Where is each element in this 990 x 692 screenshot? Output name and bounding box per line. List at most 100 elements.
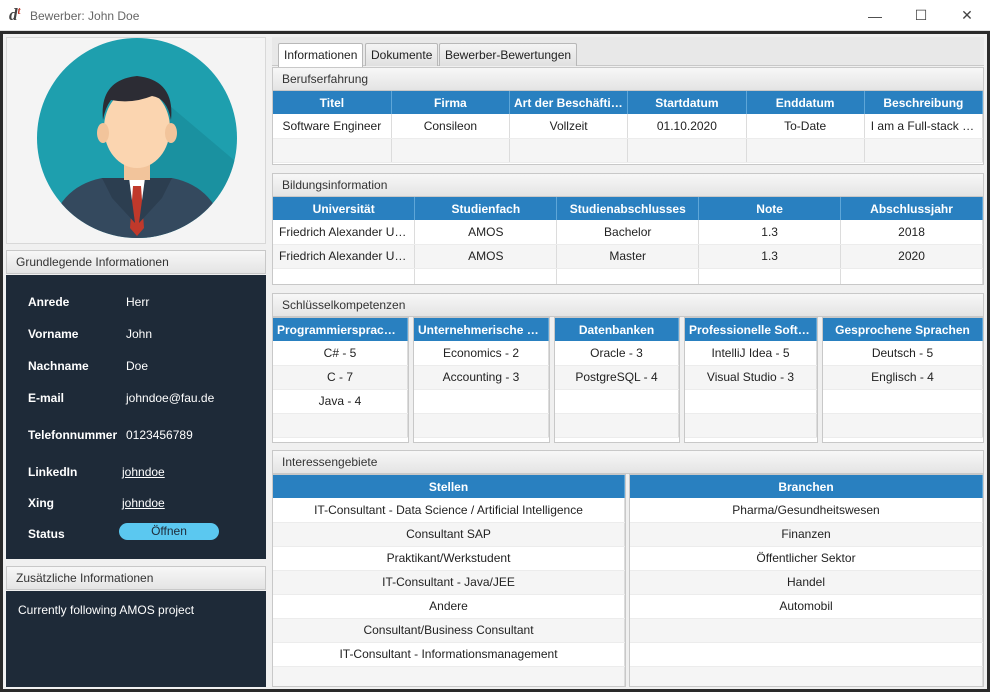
cell: AMOS bbox=[414, 220, 558, 245]
cell: Consileon bbox=[391, 114, 511, 139]
table-row[interactable]: Friedrich Alexander Universität AMOS Bac… bbox=[273, 220, 983, 245]
basic-info-header: Grundlegende Informationen bbox=[6, 250, 266, 274]
list-item[interactable]: IT-Consultant - Informationsmanagement bbox=[273, 642, 625, 667]
skill-column-sprachen: Gesprochene Sprachen Deutsch - 5 Englisc… bbox=[822, 317, 984, 443]
col-abschlussjahr[interactable]: Abschlussjahr bbox=[840, 197, 983, 220]
list-item[interactable]: Accounting - 3 bbox=[414, 365, 549, 390]
value-anrede: Herr bbox=[126, 295, 150, 309]
title-bar: dt Bewerber: John Doe — ☐ ✕ bbox=[0, 0, 990, 31]
label-nachname: Nachname bbox=[28, 359, 89, 373]
table-row[interactable]: Friedrich Alexander Universität AMOS Mas… bbox=[273, 244, 983, 269]
cell: Software Engineer bbox=[273, 114, 392, 139]
skill-column-title[interactable]: Professionelle Software bbox=[685, 318, 817, 341]
label-linkedin: LinkedIn bbox=[28, 465, 78, 479]
education-section: Bildungsinformation Universität Studienf… bbox=[272, 173, 984, 286]
left-pane: Grundlegende Informationen Anrede Herr V… bbox=[6, 37, 266, 687]
list-item[interactable]: Finanzen bbox=[630, 522, 983, 547]
cell: Friedrich Alexander Universität bbox=[273, 244, 416, 269]
list-item[interactable]: Oracle - 3 bbox=[555, 341, 679, 366]
extra-info-text: Currently following AMOS project bbox=[18, 603, 195, 617]
label-xing: Xing bbox=[28, 496, 54, 510]
list-item[interactable]: Consultant SAP bbox=[273, 522, 625, 547]
list-item[interactable]: IT-Consultant - Java/JEE bbox=[273, 570, 625, 595]
list-item[interactable]: Englisch - 4 bbox=[823, 365, 983, 390]
minimize-icon: — bbox=[868, 7, 882, 24]
cell: Vollzeit bbox=[509, 114, 629, 139]
close-icon: ✕ bbox=[961, 7, 973, 23]
col-beschreibung[interactable]: Beschreibung bbox=[864, 91, 983, 114]
extra-info-header: Zusätzliche Informationen bbox=[6, 566, 266, 590]
col-startdatum[interactable]: Startdatum bbox=[627, 91, 747, 114]
experience-header: Berufserfahrung bbox=[272, 67, 984, 91]
list-item[interactable]: C - 7 bbox=[273, 365, 408, 390]
close-button[interactable]: ✕ bbox=[944, 0, 990, 31]
col-universitaet[interactable]: Universität bbox=[273, 197, 416, 220]
list-item[interactable]: Handel bbox=[630, 570, 983, 595]
minimize-button[interactable]: — bbox=[852, 0, 898, 31]
right-pane: Informationen Dokumente Bewerber-Bewertu… bbox=[272, 37, 984, 687]
col-firma[interactable]: Firma bbox=[391, 91, 511, 114]
list-item[interactable]: IntelliJ Idea - 5 bbox=[685, 341, 817, 366]
maximize-button[interactable]: ☐ bbox=[898, 0, 944, 31]
cell: Master bbox=[556, 244, 700, 269]
skill-column-title[interactable]: Datenbanken bbox=[555, 318, 679, 341]
skill-column-programmiersprachen: Programmiersprachen C# - 5 C - 7 Java - … bbox=[272, 317, 409, 443]
label-status: Status bbox=[28, 527, 65, 541]
skill-column-unternehmerisch: Unternehmerische Fähigkeiten Economics -… bbox=[413, 317, 550, 443]
linkedin-link[interactable]: johndoe bbox=[122, 465, 165, 479]
col-enddatum[interactable]: Enddatum bbox=[746, 91, 865, 114]
basic-info-panel: Anrede Herr Vorname John Nachname Doe E-… bbox=[6, 275, 266, 559]
col-art[interactable]: Art der Beschäftigung bbox=[509, 91, 629, 114]
list-item[interactable]: Andere bbox=[273, 594, 625, 619]
value-vorname: John bbox=[126, 327, 153, 341]
tab-bewerber-bewertungen[interactable]: Bewerber-Bewertungen bbox=[439, 43, 578, 66]
cell: Friedrich Alexander Universität bbox=[273, 220, 416, 245]
list-item[interactable]: Visual Studio - 3 bbox=[685, 365, 817, 390]
cell: I am a Full-stack engineer bbox=[864, 114, 983, 139]
list-item[interactable]: IT-Consultant - Data Science / Artificia… bbox=[273, 498, 625, 523]
window-title: Bewerber: John Doe bbox=[30, 9, 140, 23]
cell: 2018 bbox=[840, 220, 983, 245]
education-header-row: Universität Studienfach Studienabschluss… bbox=[273, 197, 983, 220]
label-email: E-mail bbox=[28, 391, 65, 405]
list-item[interactable]: Öffentlicher Sektor bbox=[630, 546, 983, 571]
list-item[interactable]: Pharma/Gesundheitswesen bbox=[630, 498, 983, 523]
list-item[interactable]: Economics - 2 bbox=[414, 341, 549, 366]
cell: 1.3 bbox=[698, 244, 842, 269]
skill-column-datenbanken: Datenbanken Oracle - 3 PostgreSQL - 4 bbox=[554, 317, 680, 443]
education-table-wrap: Universität Studienfach Studienabschluss… bbox=[272, 197, 984, 285]
skill-column-title[interactable]: Gesprochene Sprachen bbox=[823, 318, 983, 341]
experience-table-wrap: Titel Firma Art der Beschäftigung Startd… bbox=[272, 91, 984, 165]
skill-column-title[interactable]: Programmiersprachen bbox=[273, 318, 408, 341]
avatar-container bbox=[6, 37, 266, 244]
tab-informationen[interactable]: Informationen bbox=[278, 43, 364, 67]
list-item[interactable]: C# - 5 bbox=[273, 341, 408, 366]
col-note[interactable]: Note bbox=[698, 197, 842, 220]
status-badge[interactable]: Öffnen bbox=[119, 523, 219, 540]
industries-title[interactable]: Branchen bbox=[630, 475, 983, 498]
label-vorname: Vorname bbox=[28, 327, 79, 341]
list-item[interactable]: PostgreSQL - 4 bbox=[555, 365, 679, 390]
list-item[interactable]: Automobil bbox=[630, 594, 983, 619]
table-row-empty bbox=[273, 268, 983, 284]
col-studienfach[interactable]: Studienfach bbox=[414, 197, 558, 220]
list-item[interactable]: Praktikant/Werkstudent bbox=[273, 546, 625, 571]
list-item[interactable]: Deutsch - 5 bbox=[823, 341, 983, 366]
cell: To-Date bbox=[746, 114, 865, 139]
avatar bbox=[37, 38, 237, 238]
table-row[interactable]: Software Engineer Consileon Vollzeit 01.… bbox=[273, 114, 983, 139]
tab-dokumente[interactable]: Dokumente bbox=[365, 43, 439, 66]
positions-title[interactable]: Stellen bbox=[273, 475, 625, 498]
experience-section: Berufserfahrung Titel Firma Art der Besc… bbox=[272, 67, 984, 166]
education-table: Universität Studienfach Studienabschluss… bbox=[273, 197, 983, 284]
table-row-empty bbox=[273, 138, 983, 163]
col-titel[interactable]: Titel bbox=[273, 91, 392, 114]
xing-link[interactable]: johndoe bbox=[122, 496, 165, 510]
maximize-icon: ☐ bbox=[914, 7, 928, 23]
col-abschluss[interactable]: Studienabschlusses bbox=[556, 197, 700, 220]
cell: 1.3 bbox=[698, 220, 842, 245]
list-item[interactable]: Consultant/Business Consultant bbox=[273, 618, 625, 643]
skill-column-title[interactable]: Unternehmerische Fähigkeiten bbox=[414, 318, 549, 341]
education-header: Bildungsinformation bbox=[272, 173, 984, 197]
list-item[interactable]: Java - 4 bbox=[273, 389, 408, 414]
